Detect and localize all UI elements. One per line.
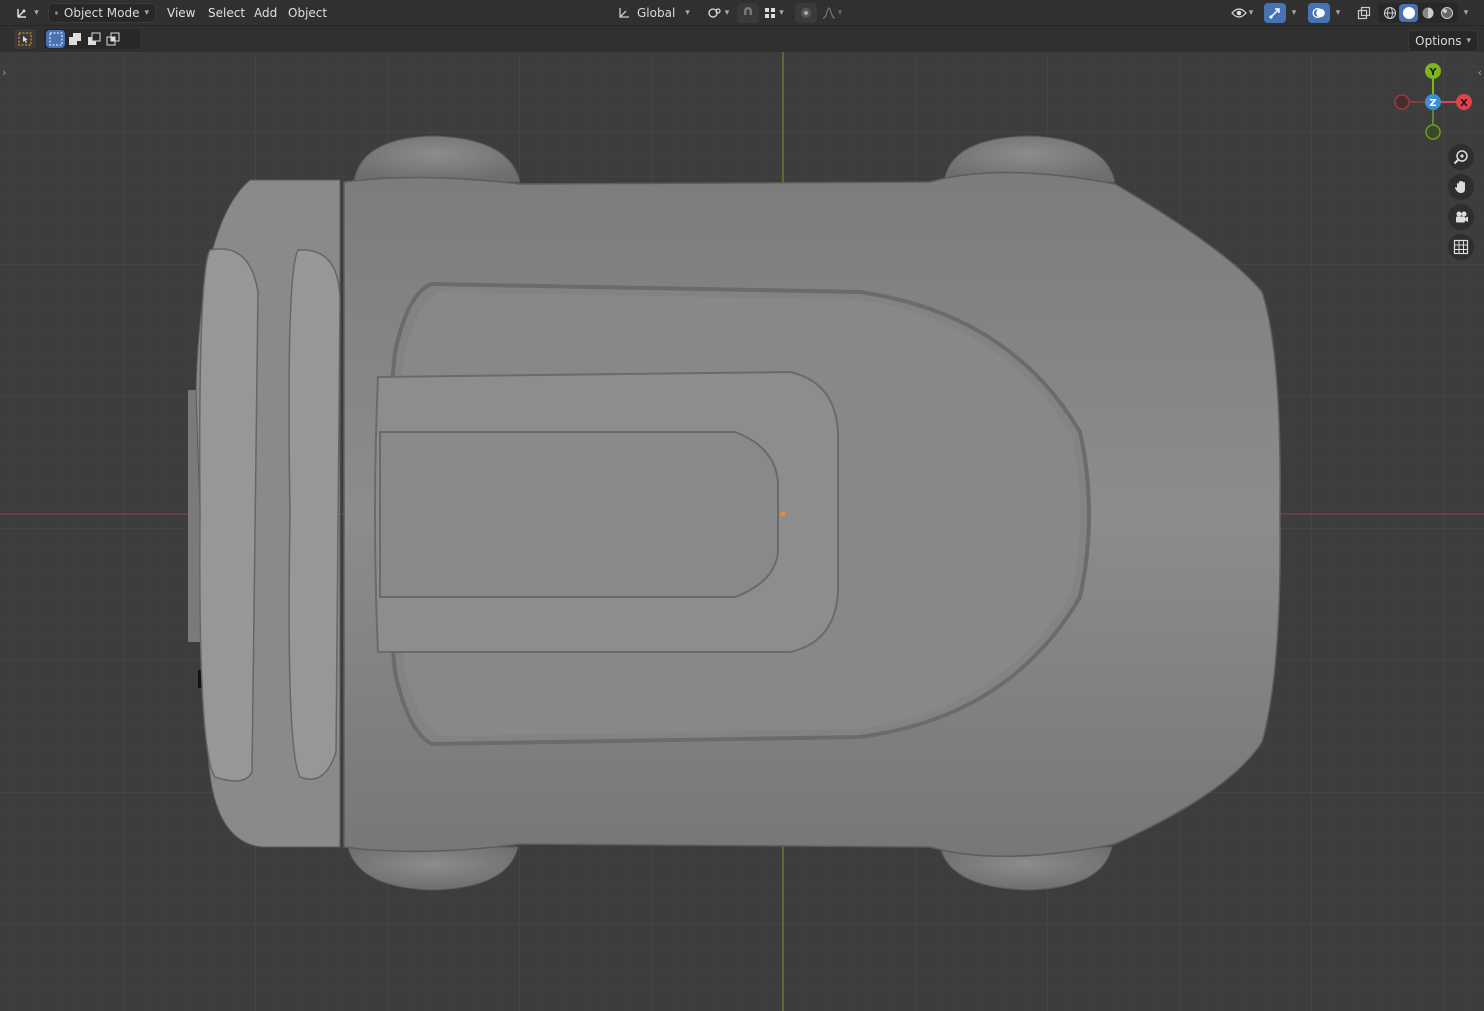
falloff-dropdown[interactable]: ▾	[817, 3, 847, 23]
gizmo-y-label: Y	[1428, 67, 1437, 78]
shading-solid-button[interactable]	[1399, 4, 1418, 22]
editor-type-button[interactable]: ▾	[12, 3, 42, 23]
select-intersect-icon	[106, 32, 119, 46]
gizmo-toggle-icon	[1269, 8, 1280, 19]
select-box-icon	[18, 32, 32, 46]
shading-rendered-button[interactable]	[1437, 4, 1456, 22]
snap-increment-icon	[765, 8, 776, 18]
menu-view[interactable]: View	[160, 3, 202, 23]
solid-sphere-icon	[1402, 7, 1415, 19]
menu-add[interactable]: Add	[247, 3, 284, 23]
shading-mode-group	[1378, 3, 1458, 23]
viewport-header: ▾ Object Mode ▾ View Select Add Object G…	[0, 0, 1484, 26]
selection-mode-new[interactable]	[46, 30, 65, 48]
orientation-axes-icon	[619, 8, 629, 18]
select-subtract-icon	[87, 32, 100, 45]
navigation-gizmo[interactable]: Y X Z	[1390, 60, 1476, 146]
gizmo-neg-y[interactable]	[1425, 124, 1441, 140]
3d-viewport[interactable]: › ‹ Y X Z	[0, 52, 1484, 1011]
zoom-icon	[1453, 150, 1468, 165]
transform-orientation-label: Global	[637, 6, 676, 20]
rendered-sphere-icon	[1440, 7, 1453, 19]
selection-mode-intersect[interactable]	[103, 30, 122, 48]
snap-toggle[interactable]	[737, 3, 759, 23]
overlays-dropdown[interactable]: ▾	[1331, 3, 1345, 23]
front-bar-right	[288, 249, 341, 780]
zoom-button[interactable]	[1448, 144, 1474, 170]
pan-hand-icon	[1455, 181, 1465, 193]
object-mode-axes-icon	[17, 9, 27, 18]
shading-dropdown[interactable]: ▾	[1459, 3, 1473, 23]
overlays-icon	[1312, 8, 1325, 18]
tool-settings-bar: Options ▾	[0, 26, 1484, 52]
viewport-grid	[0, 52, 1484, 1011]
shading-wireframe-button[interactable]	[1380, 4, 1399, 22]
gizmo-dropdown[interactable]: ▾	[1287, 3, 1301, 23]
magnet-snap-icon	[744, 7, 752, 15]
xray-icon	[1357, 6, 1371, 20]
pivot-point-icon	[708, 8, 721, 18]
menu-object-label: Object	[288, 6, 328, 20]
pivot-point-button[interactable]: ▾	[703, 3, 733, 23]
gizmo-x-label: X	[1460, 98, 1468, 109]
active-tool-button[interactable]	[14, 29, 36, 49]
visibility-dropdown[interactable]: ▾	[1226, 3, 1258, 23]
mode-selector[interactable]: Object Mode ▾	[48, 3, 156, 23]
ortho-toggle-button[interactable]	[1448, 234, 1474, 260]
options-dropdown[interactable]: Options ▾	[1408, 30, 1478, 52]
mode-selector-label: Object Mode	[63, 6, 140, 20]
select-extend-icon	[68, 33, 81, 45]
xray-toggle[interactable]	[1353, 3, 1375, 23]
pan-button[interactable]	[1448, 174, 1474, 200]
menu-view-label: View	[167, 6, 196, 20]
gizmo-neg-x[interactable]	[1394, 94, 1410, 110]
front-bar-left	[198, 248, 259, 782]
menu-add-label: Add	[254, 6, 278, 20]
overlays-toggle[interactable]	[1308, 3, 1330, 23]
camera-icon	[1456, 211, 1468, 223]
selection-mode-group	[44, 29, 140, 49]
selection-mode-subtract[interactable]	[84, 30, 103, 48]
snap-target-dropdown[interactable]: ▾	[759, 3, 789, 23]
selection-mode-extend[interactable]	[65, 30, 84, 48]
wireframe-sphere-icon	[1383, 6, 1396, 20]
proportional-editing-icon	[801, 8, 811, 18]
transform-orientation-dropdown[interactable]: Global ▾	[617, 3, 695, 23]
select-new-icon	[49, 32, 62, 46]
material-sphere-icon	[1422, 7, 1433, 19]
sidebar-expand-arrow[interactable]: ‹	[1478, 66, 1482, 79]
camera-view-button[interactable]	[1448, 204, 1474, 230]
gizmo-z-label: Z	[1429, 98, 1436, 109]
menu-select[interactable]: Select	[201, 3, 252, 23]
proportional-editing-toggle[interactable]	[795, 3, 817, 23]
hood-scoop-inner	[379, 431, 779, 598]
object-origin-dot	[780, 511, 786, 517]
menu-select-label: Select	[208, 6, 246, 20]
object-cube-icon	[55, 11, 58, 15]
car-model[interactable]	[188, 135, 1281, 891]
ortho-grid-icon	[1453, 239, 1469, 255]
shading-material-button[interactable]	[1418, 4, 1437, 22]
eye-visibility-icon	[1230, 8, 1247, 18]
menu-object[interactable]: Object	[281, 3, 334, 23]
gizmo-toggle[interactable]	[1264, 3, 1286, 23]
options-label: Options	[1415, 34, 1462, 48]
falloff-curve-icon	[822, 7, 835, 19]
toolbar-expand-arrow[interactable]: ›	[2, 66, 6, 79]
